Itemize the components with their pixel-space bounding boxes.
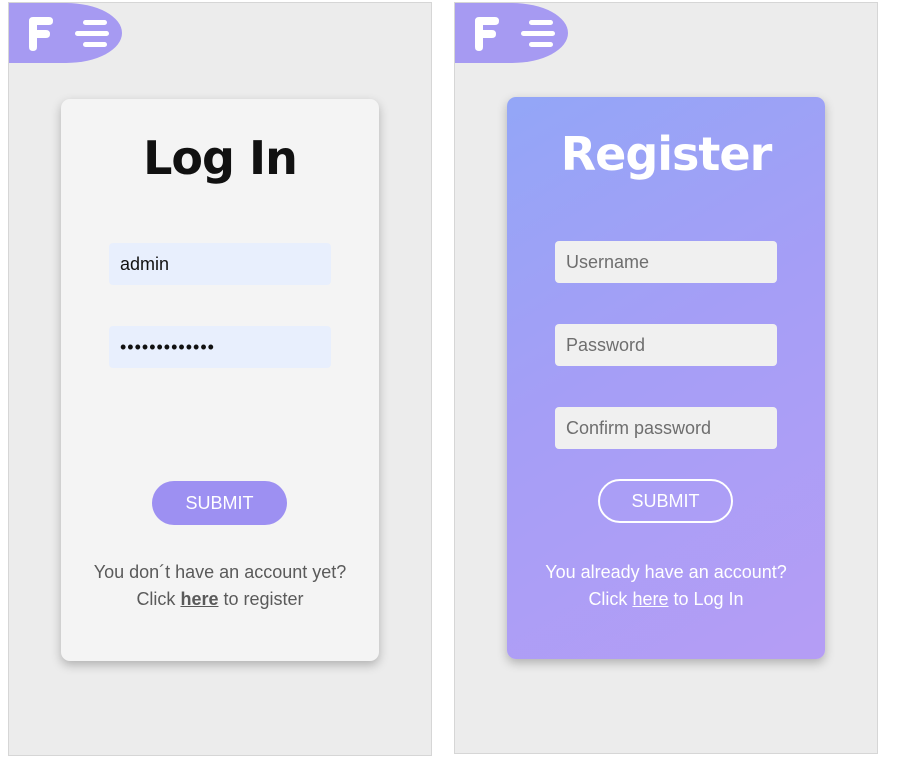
register-password-input[interactable]: Password	[555, 324, 777, 366]
login-title: Log In	[143, 131, 298, 185]
f-logo-icon[interactable]	[25, 15, 55, 53]
register-prompt-suffix: to register	[223, 589, 304, 609]
login-card: Log In admin ••••••••••••• SUBMIT You do…	[61, 99, 379, 661]
register-prompt: You don´t have an account yet? Click her…	[61, 559, 379, 613]
register-username-input[interactable]: Username	[555, 241, 777, 283]
login-prompt: You already have an account? Click here …	[507, 559, 825, 613]
login-submit-button[interactable]: SUBMIT	[152, 481, 287, 525]
register-submit-button[interactable]: SUBMIT	[598, 479, 733, 523]
login-prompt-prefix: Click	[588, 589, 628, 609]
confirm-password-input[interactable]: Confirm password	[555, 407, 777, 449]
register-card: Register Username Password Confirm passw…	[507, 97, 825, 659]
hamburger-menu-icon[interactable]	[75, 19, 109, 49]
password-input[interactable]: •••••••••••••	[109, 326, 331, 368]
login-prompt-line1: You already have an account?	[545, 562, 787, 582]
f-logo-icon[interactable]	[471, 15, 501, 53]
login-prompt-suffix: to Log In	[673, 589, 744, 609]
register-title: Register	[560, 127, 773, 181]
header-logo-bar	[455, 3, 568, 63]
login-link[interactable]: here	[632, 589, 668, 609]
login-screen: Log In admin ••••••••••••• SUBMIT You do…	[8, 2, 432, 756]
hamburger-menu-icon[interactable]	[521, 19, 555, 49]
register-prompt-prefix: Click	[136, 589, 176, 609]
register-prompt-line1: You don´t have an account yet?	[93, 562, 347, 582]
register-screen: Register Username Password Confirm passw…	[454, 2, 878, 754]
register-link[interactable]: here	[180, 589, 218, 609]
header-logo-bar	[9, 3, 122, 63]
username-input[interactable]: admin	[109, 243, 331, 285]
